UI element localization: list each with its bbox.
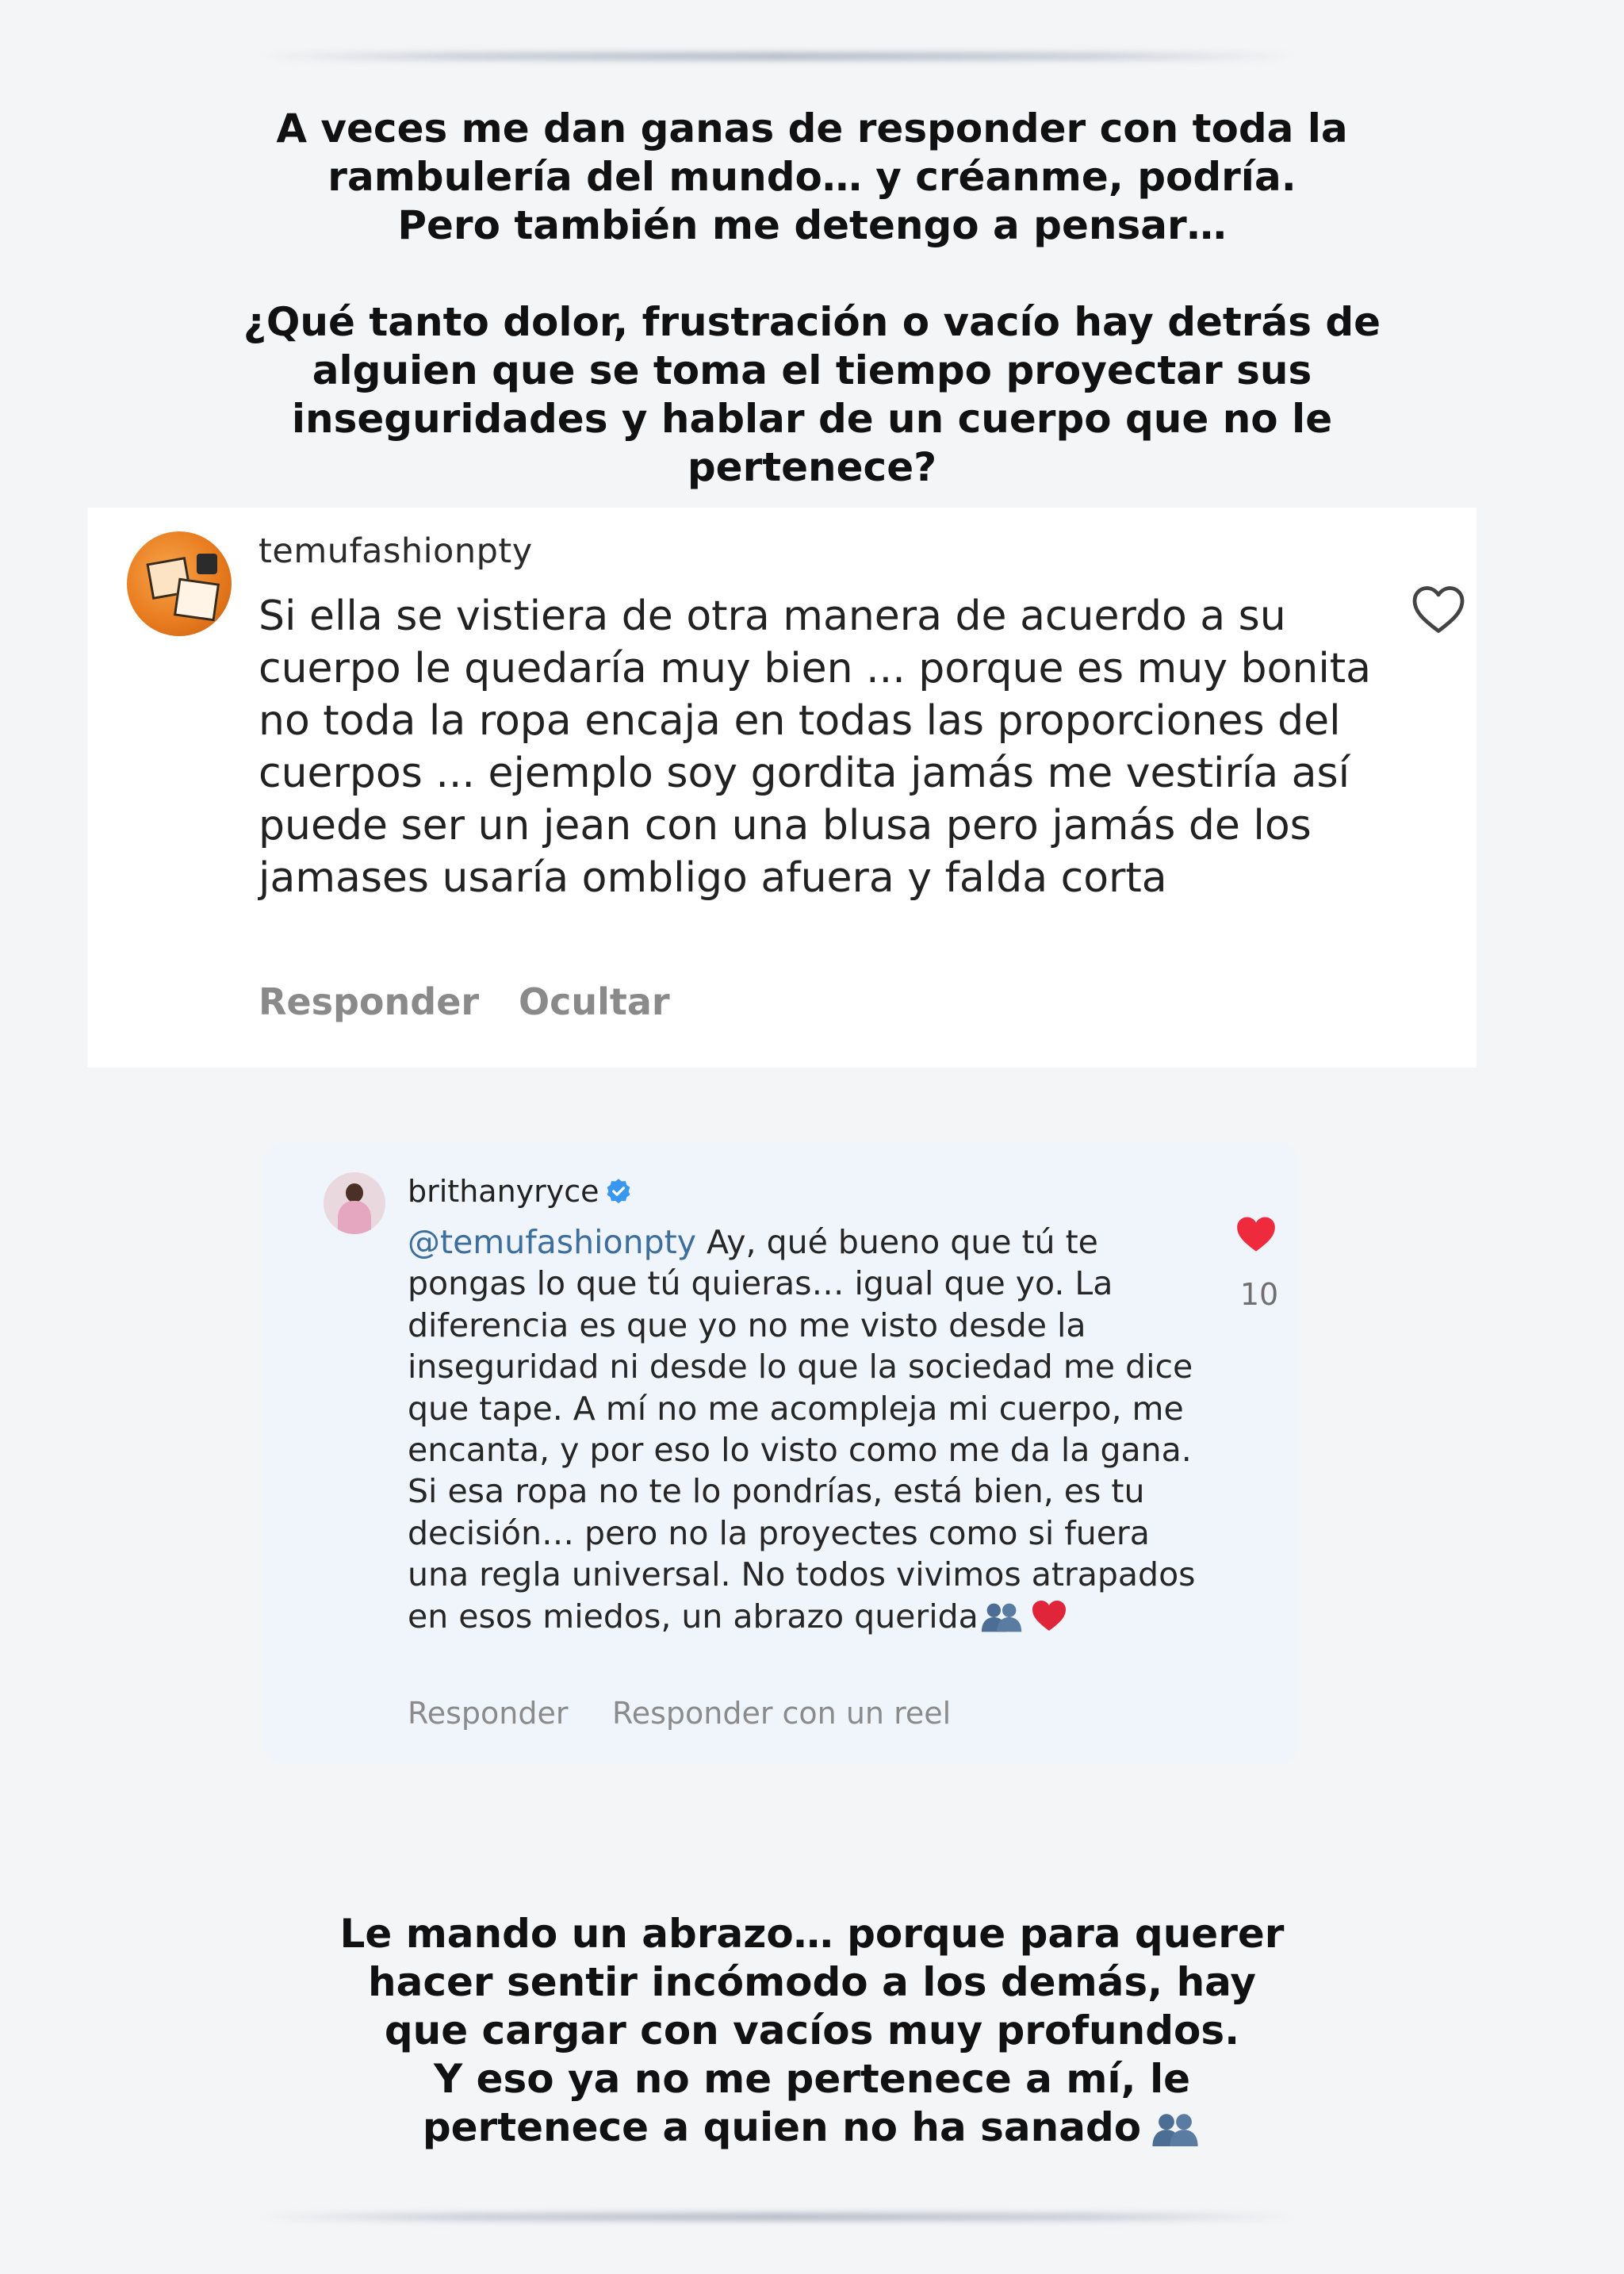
reply-button[interactable]: Responder [259,980,479,1023]
people-hugging-icon [981,1603,1021,1632]
avatar[interactable] [127,531,232,636]
people-hugging-icon [1152,2114,1198,2146]
heart-outline-icon[interactable] [1410,582,1467,635]
heart-filled-icon[interactable] [1234,1214,1278,1253]
caption-bottom-text: Le mando un abrazo… porque para querer h… [339,1911,1285,2150]
mention-link[interactable]: @temufashionpty [408,1223,696,1261]
caption-bottom: Le mando un abrazo… porque para querer h… [159,1910,1465,2152]
top-blur-strip [262,52,1293,60]
reply-body: Ay, qué bueno que tú te pongas lo que tú… [408,1223,1196,1636]
reply-card: brithanyryce @temufashionpty Ay, qué bue… [263,1142,1299,1764]
comment-username[interactable]: temufashionpty [259,531,533,571]
caption-top: A veces me dan ganas de responder con to… [243,105,1381,490]
comment-card: temufashionpty Si ella se vistiera de ot… [87,508,1477,1068]
hide-button[interactable]: Ocultar [519,980,670,1023]
red-heart-icon [1032,1600,1066,1631]
reply-username[interactable]: brithanyryce [408,1174,599,1209]
reply-button[interactable]: Responder [408,1696,568,1731]
reply-text: @temufashionpty Ay, qué bueno que tú te … [408,1221,1201,1637]
like-count: 10 [1239,1277,1279,1312]
comment-text: Si ella se vistiera de otra manera de ac… [259,592,1372,902]
reply-with-reel-button[interactable]: Responder con un reel [612,1696,951,1731]
bottom-blur-strip [262,2213,1293,2221]
avatar[interactable] [324,1172,385,1234]
verified-badge-icon [607,1179,630,1204]
